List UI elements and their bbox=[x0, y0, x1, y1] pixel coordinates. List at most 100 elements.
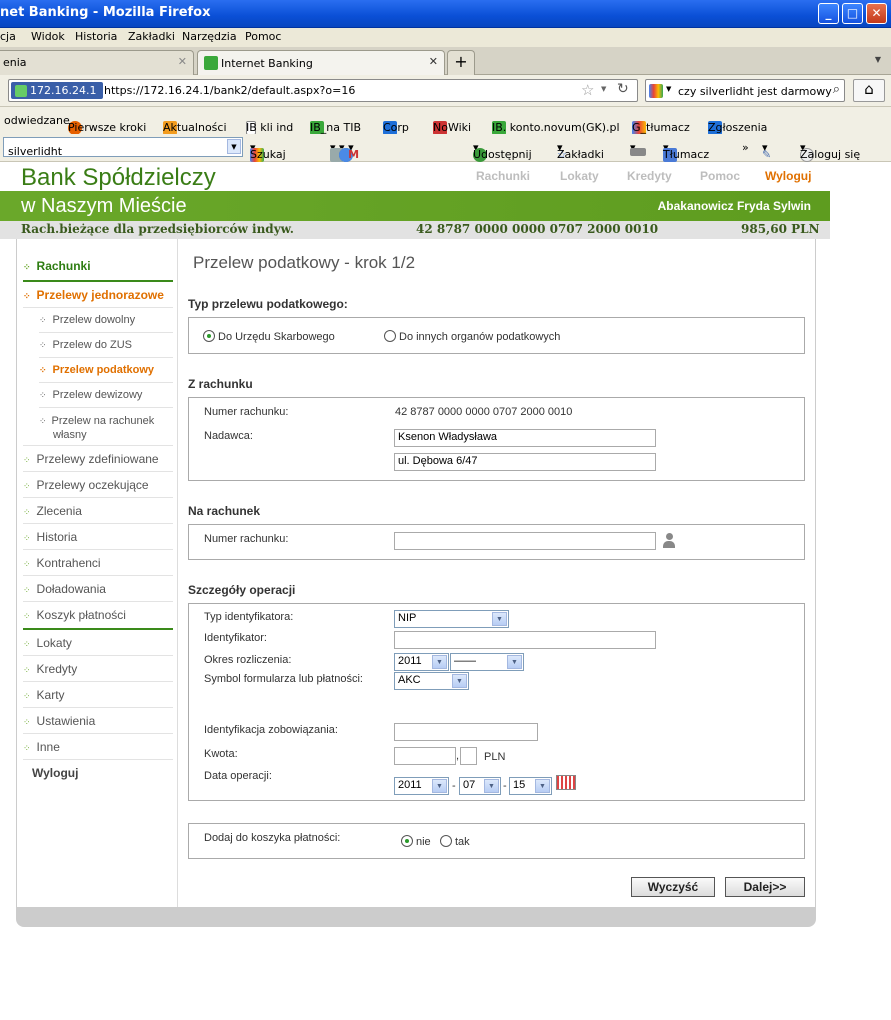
radio-checked-icon bbox=[203, 330, 215, 342]
sidebar-item-kontrahenci[interactable]: ⁘ Kontrahenci bbox=[23, 556, 173, 570]
menu-item-widok[interactable]: Widok bbox=[31, 30, 65, 43]
topnav-kredyty[interactable]: Kredyty bbox=[627, 169, 672, 183]
to-account-label: Numer rachunku: bbox=[204, 533, 289, 545]
period-part-select[interactable]: —— ▼ bbox=[450, 653, 524, 671]
topnav-rachunki[interactable]: Rachunki bbox=[476, 169, 530, 183]
toolbar-udostepnij[interactable]: Udostępnij ▾ bbox=[473, 141, 532, 162]
calendar-icon[interactable] bbox=[556, 775, 576, 790]
contacts-person-icon[interactable] bbox=[663, 533, 675, 549]
amount-whole-field[interactable] bbox=[394, 747, 456, 765]
tab-other[interactable]: enia ✕ bbox=[0, 50, 194, 75]
new-tab-button[interactable]: + bbox=[447, 50, 475, 75]
radio-icon bbox=[440, 835, 452, 847]
symbol-select[interactable]: AKC ▼ bbox=[394, 672, 469, 690]
url-bar[interactable]: 172.16.24.1 https://172.16.24.1/bank2/de… bbox=[8, 79, 638, 102]
symbol-label: Symbol formularza lub płatności: bbox=[204, 673, 363, 685]
toolbar-search-input[interactable]: silverlidht ▼ bbox=[3, 137, 243, 158]
period-year-select[interactable]: 2011 ▼ bbox=[394, 653, 449, 671]
divider bbox=[23, 497, 173, 498]
basket-no-radio[interactable]: nie bbox=[401, 835, 431, 848]
menu-bar: cja Widok Historia Zakładki Narzędzia Po… bbox=[0, 28, 891, 47]
bullet-icon: ⁘ bbox=[39, 390, 47, 400]
bookmark-odwiedzane[interactable]: odwiedzane bbox=[4, 114, 70, 127]
amount-cents-field[interactable] bbox=[460, 747, 477, 765]
site-identity-badge[interactable]: 172.16.24.1 bbox=[11, 82, 103, 99]
sender-name-field[interactable]: Ksenon Władysława bbox=[394, 429, 656, 447]
identifier-field[interactable] bbox=[394, 631, 656, 649]
tab-internet-banking[interactable]: Internet Banking ✕ bbox=[197, 50, 445, 75]
bank-name: Bank Spółdzielczy bbox=[21, 164, 216, 191]
date-day-select[interactable]: 15 ▼ bbox=[509, 777, 552, 795]
sidebar-item-lokaty[interactable]: ⁘ Lokaty bbox=[23, 636, 173, 650]
sidebar-item-kredyty[interactable]: ⁘ Kredyty bbox=[23, 662, 173, 676]
sidebar-item-zlecenia[interactable]: ⁘ Zlecenia bbox=[23, 504, 173, 518]
menu-item-historia[interactable]: Historia bbox=[75, 30, 117, 43]
sidebar-item-oczekujace[interactable]: ⁘ Przelewy oczekujące bbox=[23, 478, 173, 492]
sidebar-item-rachunki[interactable]: ⁘ Rachunki bbox=[23, 259, 173, 273]
date-month-select[interactable]: 07 ▼ bbox=[459, 777, 501, 795]
radio-urzad-skarbowy[interactable]: Do Urzędu Skarbowego bbox=[203, 330, 335, 343]
minimize-button[interactable]: _ bbox=[818, 3, 839, 24]
close-window-button[interactable]: ✕ bbox=[866, 3, 887, 24]
obligation-field[interactable] bbox=[394, 723, 538, 741]
topnav-lokaty[interactable]: Lokaty bbox=[560, 169, 599, 183]
sender-address-field[interactable]: ul. Dębowa 6/47 bbox=[394, 453, 656, 471]
sidebar-item-karty[interactable]: ⁘ Karty bbox=[23, 688, 173, 702]
search-box[interactable]: ▼ czy silverlidht jest darmowy ⌕ bbox=[645, 79, 845, 102]
toolbar-szukaj[interactable]: Szukaj ▾ bbox=[250, 141, 286, 162]
basket-yes-radio[interactable]: tak bbox=[440, 835, 470, 848]
url-dropdown-icon[interactable]: ▼ bbox=[601, 85, 606, 93]
toolbar-misc[interactable]: ▾ bbox=[630, 141, 646, 156]
search-engine-dropdown-icon[interactable]: ▼ bbox=[666, 85, 671, 93]
tab-close-icon[interactable]: ✕ bbox=[178, 55, 187, 68]
toolbar-tlumacz[interactable]: Tłumacz ▾ bbox=[663, 141, 709, 162]
menu-item-narzedzia[interactable]: Narzędzia bbox=[182, 30, 237, 43]
tab-close-icon[interactable]: ✕ bbox=[429, 55, 438, 68]
search-text: czy silverlidht jest darmowy bbox=[678, 85, 832, 98]
sidebar-item-inne[interactable]: ⁘ Inne bbox=[23, 740, 173, 754]
date-year-select[interactable]: 2011 ▼ bbox=[394, 777, 449, 795]
tab-list-icon[interactable]: ▼ bbox=[875, 55, 881, 64]
sidebar-item-przelew-dowolny[interactable]: ⁘ Przelew dowolny bbox=[39, 314, 174, 326]
bullet-icon: ⁘ bbox=[23, 262, 31, 272]
menu-item-pomoc[interactable]: Pomoc bbox=[245, 30, 281, 43]
sidebar-item-zdefiniowane[interactable]: ⁘ Przelewy zdefiniowane bbox=[23, 452, 173, 466]
topnav-wyloguj[interactable]: Wyloguj bbox=[765, 169, 811, 183]
bullet-icon: ⁘ bbox=[23, 639, 31, 649]
home-button[interactable]: ⌂ bbox=[853, 79, 885, 102]
menu-item-zakladki[interactable]: Zakładki bbox=[128, 30, 175, 43]
page-content: Bank Spółdzielczy Rachunki Lokaty Kredyt… bbox=[0, 162, 891, 1016]
toolbar-zakladki[interactable]: ☆ Zakładki ▾ bbox=[557, 141, 604, 161]
obligation-label: Identyfikacja zobowiązania: bbox=[204, 724, 338, 736]
sidebar-item-ustawienia[interactable]: ⁘ Ustawienia bbox=[23, 714, 173, 728]
to-account-field[interactable] bbox=[394, 532, 656, 550]
next-button[interactable]: Dalej>> bbox=[725, 877, 805, 897]
toolbar-wrench[interactable]: ✎ ▾ bbox=[762, 141, 771, 161]
sidebar-item-wyloguj[interactable]: Wyloguj bbox=[32, 766, 182, 780]
bookmark-star-icon[interactable]: ☆ bbox=[581, 81, 594, 99]
search-icon[interactable]: ⌕ bbox=[833, 82, 840, 97]
maximize-button[interactable]: □ bbox=[842, 3, 863, 24]
clear-button[interactable]: Wyczyść bbox=[631, 877, 715, 897]
sidebar-item-doladowania[interactable]: ⁘ Doładowania bbox=[23, 582, 173, 596]
topnav-pomoc[interactable]: Pomoc bbox=[700, 169, 740, 183]
idtype-select[interactable]: NIP ▼ bbox=[394, 610, 509, 628]
menu-item-cja[interactable]: cja bbox=[0, 30, 16, 43]
reload-icon[interactable]: ↻ bbox=[617, 81, 629, 97]
sidebar-item-przelewy[interactable]: ⁘ Przelewy jednorazowe bbox=[23, 288, 173, 302]
toolbar-zaloguj[interactable]: Zaloguj się ▾ bbox=[800, 141, 860, 162]
sidebar-item-przelew-dewizowy[interactable]: ⁘ Przelew dewizowy bbox=[39, 389, 174, 401]
bullet-icon: ⁘ bbox=[23, 743, 31, 753]
tab-bar: enia ✕ Internet Banking ✕ + ▼ bbox=[0, 47, 891, 75]
toolbar-icons[interactable]: ▾ ▾ M▾ bbox=[330, 141, 359, 162]
sidebar-item-przelew-zus[interactable]: ⁘ Przelew do ZUS bbox=[39, 339, 174, 351]
sidebar-item-przelew-podatkowy[interactable]: ⁘ Przelew podatkowy bbox=[39, 364, 174, 376]
radio-inne-organy[interactable]: Do innych organów podatkowych bbox=[384, 330, 560, 343]
sidebar-item-przelew-wlasny[interactable]: ⁘ Przelew na rachunek własny bbox=[39, 414, 174, 442]
toolbar-overflow[interactable]: » bbox=[742, 141, 749, 154]
sidebar-item-koszyk[interactable]: ⁘ Koszyk płatności bbox=[23, 608, 173, 622]
chevron-down-icon: ▼ bbox=[484, 779, 499, 793]
chevron-down-icon[interactable]: ▼ bbox=[227, 139, 241, 154]
divider bbox=[23, 471, 173, 472]
sidebar-item-historia[interactable]: ⁘ Historia bbox=[23, 530, 173, 544]
